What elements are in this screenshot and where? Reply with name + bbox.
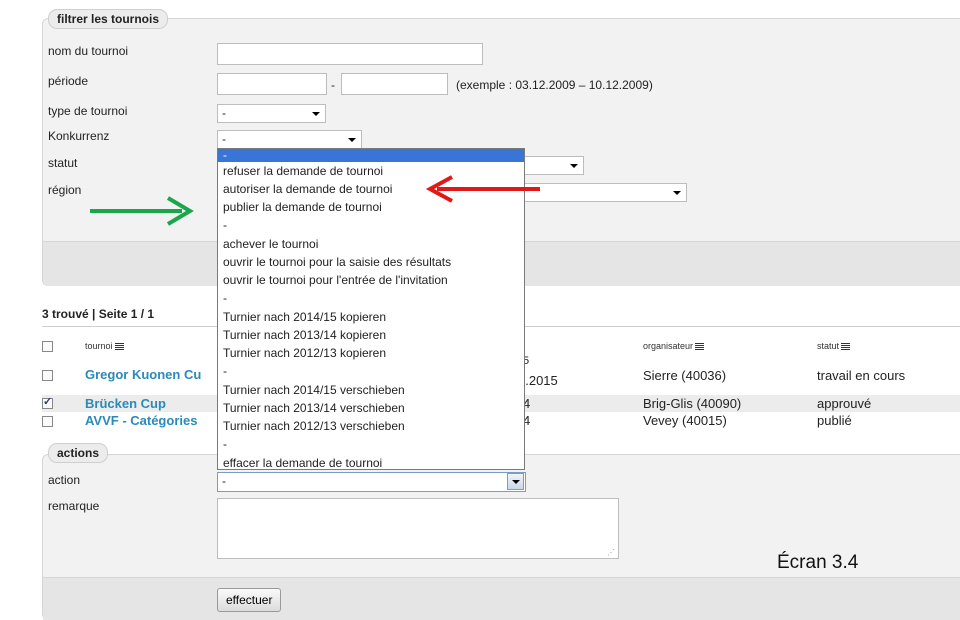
red-arrow-icon	[425, 175, 540, 203]
green-arrow-icon	[90, 196, 194, 226]
annotation-arrows	[90, 175, 540, 226]
